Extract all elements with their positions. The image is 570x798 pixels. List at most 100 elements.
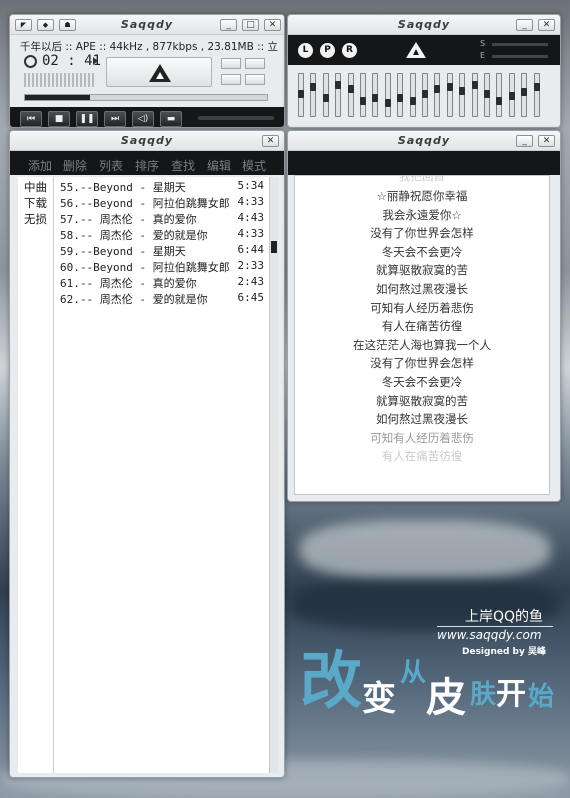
eq-band-slider[interactable] bbox=[422, 73, 428, 117]
eq-band-knob[interactable] bbox=[434, 84, 441, 93]
seek-bar[interactable] bbox=[24, 94, 268, 101]
slogan-char: 改 bbox=[300, 644, 363, 717]
eq-band-slider[interactable] bbox=[496, 73, 503, 117]
eq-band-slider[interactable] bbox=[484, 73, 490, 117]
volume-slider[interactable] bbox=[198, 116, 274, 120]
eq-band-slider[interactable] bbox=[508, 73, 515, 117]
eq-band-slider[interactable] bbox=[298, 73, 304, 117]
close-button[interactable]: ✕ bbox=[538, 135, 555, 147]
eq-band-knob[interactable] bbox=[384, 99, 391, 108]
close-button[interactable]: ✕ bbox=[262, 135, 279, 147]
equalizer-titlebar[interactable]: Saqqdy _ ✕ bbox=[288, 15, 560, 35]
eq-band-slider[interactable] bbox=[384, 73, 391, 117]
window-title: Saqqdy bbox=[120, 134, 174, 147]
side-button[interactable] bbox=[221, 58, 241, 69]
menu-delete[interactable]: 删除 bbox=[63, 157, 87, 174]
player-titlebar[interactable]: ◤ ◆ ☗ Saqqdy _ □ ✕ bbox=[10, 15, 284, 35]
player-window: ◤ ◆ ☗ Saqqdy _ □ ✕ 千年以后 :: APE :: 44kHz … bbox=[9, 14, 285, 128]
eq-band-knob[interactable] bbox=[347, 84, 354, 93]
eq-band-knob[interactable] bbox=[521, 88, 528, 97]
equalizer-sliders bbox=[288, 37, 560, 127]
eq-band-slider[interactable] bbox=[397, 73, 404, 117]
track-title[interactable]: 61.-- 周杰伦 - 真的爱你 bbox=[60, 275, 197, 291]
track-title[interactable]: 62.-- 周杰伦 - 爱的就是你 bbox=[60, 291, 208, 307]
track-scrollbar[interactable] bbox=[269, 177, 278, 773]
playlist-window: Saqqdy ✕ 添加 删除 列表 排序 查找 编辑 模式 中曲 下载 无损 5… bbox=[9, 130, 285, 778]
side-button[interactable] bbox=[221, 74, 241, 85]
minimize-button[interactable]: _ bbox=[220, 19, 237, 31]
category-item[interactable]: 下载 bbox=[24, 195, 47, 211]
menu-mode[interactable]: 模式 bbox=[242, 157, 266, 174]
next-button[interactable]: ⏭ bbox=[104, 111, 126, 127]
eq-band-slider[interactable] bbox=[372, 73, 379, 117]
eq-band-slider[interactable] bbox=[322, 73, 329, 117]
eq-band-slider[interactable] bbox=[409, 73, 416, 117]
stop-button[interactable]: ■ bbox=[48, 111, 70, 127]
eq-band-slider[interactable] bbox=[434, 73, 441, 117]
eq-band-knob[interactable] bbox=[446, 83, 453, 91]
category-item[interactable]: 无损 bbox=[24, 211, 47, 227]
track-title[interactable]: 60.--Beyond - 阿拉伯跳舞女郎 bbox=[60, 259, 230, 275]
lyric-line: 在这茫茫人海也算我一个人 bbox=[353, 337, 491, 352]
pause-button[interactable]: ❚❚ bbox=[76, 111, 98, 127]
slogan-char: 皮 bbox=[426, 675, 466, 721]
mute-icon[interactable]: ◁) bbox=[132, 111, 154, 127]
eq-band-knob[interactable] bbox=[459, 86, 466, 95]
category-item[interactable]: 中曲 bbox=[24, 179, 47, 195]
eq-band-slider[interactable] bbox=[533, 73, 540, 117]
eq-band-knob[interactable] bbox=[397, 93, 404, 102]
eq-band-slider[interactable] bbox=[471, 73, 478, 117]
eq-band-slider[interactable] bbox=[360, 73, 366, 117]
eq-band-slider[interactable] bbox=[446, 73, 453, 117]
side-button[interactable] bbox=[245, 58, 265, 69]
eq-band-knob[interactable] bbox=[372, 93, 379, 102]
eq-band-knob[interactable] bbox=[360, 97, 366, 106]
eq-band-slider[interactable] bbox=[521, 73, 528, 117]
eq-band-knob[interactable] bbox=[533, 83, 540, 91]
side-button[interactable] bbox=[245, 74, 265, 85]
eq-band-slider[interactable] bbox=[347, 73, 354, 117]
track-title[interactable]: 57.-- 周杰伦 - 真的爱你 bbox=[60, 211, 197, 227]
menu-find[interactable]: 查找 bbox=[171, 157, 195, 174]
minimize-button[interactable]: _ bbox=[516, 135, 533, 147]
eq-band-knob[interactable] bbox=[298, 90, 304, 99]
lyric-line: 可知有人经历着悲伤 bbox=[370, 300, 474, 315]
track-duration: 5:34 bbox=[237, 179, 265, 192]
slogan-char: 从 bbox=[400, 658, 427, 688]
maximize-button[interactable]: □ bbox=[242, 19, 259, 31]
menu-add[interactable]: 添加 bbox=[28, 157, 52, 174]
eq-band-knob[interactable] bbox=[310, 83, 317, 91]
eq-band-slider[interactable] bbox=[459, 73, 466, 117]
eq-band-slider[interactable] bbox=[335, 73, 342, 117]
menu-edit[interactable]: 编辑 bbox=[207, 157, 231, 174]
brand-url[interactable]: www.saqqdy.com bbox=[437, 628, 542, 642]
eq-band-knob[interactable] bbox=[484, 90, 490, 99]
eq-band-slider[interactable] bbox=[310, 73, 317, 117]
menu-sort[interactable]: 排序 bbox=[135, 157, 159, 174]
eq-band-knob[interactable] bbox=[496, 97, 503, 106]
track-title[interactable]: 58.-- 周杰伦 - 爱的就是你 bbox=[60, 227, 208, 243]
menu-list[interactable]: 列表 bbox=[99, 157, 123, 174]
close-button[interactable]: ✕ bbox=[538, 19, 555, 31]
close-button[interactable]: ✕ bbox=[264, 19, 281, 31]
playlist-titlebar[interactable]: Saqqdy ✕ bbox=[10, 131, 284, 151]
track-title[interactable]: 56.--Beyond - 阿拉伯跳舞女郎 bbox=[60, 195, 230, 211]
playlist-menu-bar: 添加 删除 列表 排序 查找 编辑 模式 bbox=[10, 151, 284, 175]
eq-band-knob[interactable] bbox=[322, 93, 329, 102]
lyric-line: 就算驱散寂寞的苦 bbox=[376, 393, 468, 408]
folder-icon[interactable]: ▬ bbox=[160, 111, 182, 127]
prev-button[interactable]: ⏮ bbox=[20, 111, 42, 127]
lyrics-titlebar[interactable]: Saqqdy _ ✕ bbox=[288, 131, 560, 151]
eq-band-knob[interactable] bbox=[409, 97, 416, 106]
scrollbar-thumb[interactable] bbox=[271, 241, 277, 253]
slogan-char: 开 bbox=[496, 677, 526, 712]
track-title[interactable]: 59.--Beyond - 星期天 bbox=[60, 243, 186, 259]
eq-band-knob[interactable] bbox=[471, 81, 478, 90]
eq-band-knob[interactable] bbox=[508, 92, 515, 100]
track-title[interactable]: 55.--Beyond - 星期天 bbox=[60, 179, 186, 195]
eq-band-knob[interactable] bbox=[422, 90, 428, 99]
minimize-button[interactable]: _ bbox=[516, 19, 533, 31]
lyric-line: 冬天会不会更冷 bbox=[381, 244, 463, 259]
seek-bar-fill bbox=[25, 95, 91, 100]
eq-band-knob[interactable] bbox=[335, 81, 342, 90]
